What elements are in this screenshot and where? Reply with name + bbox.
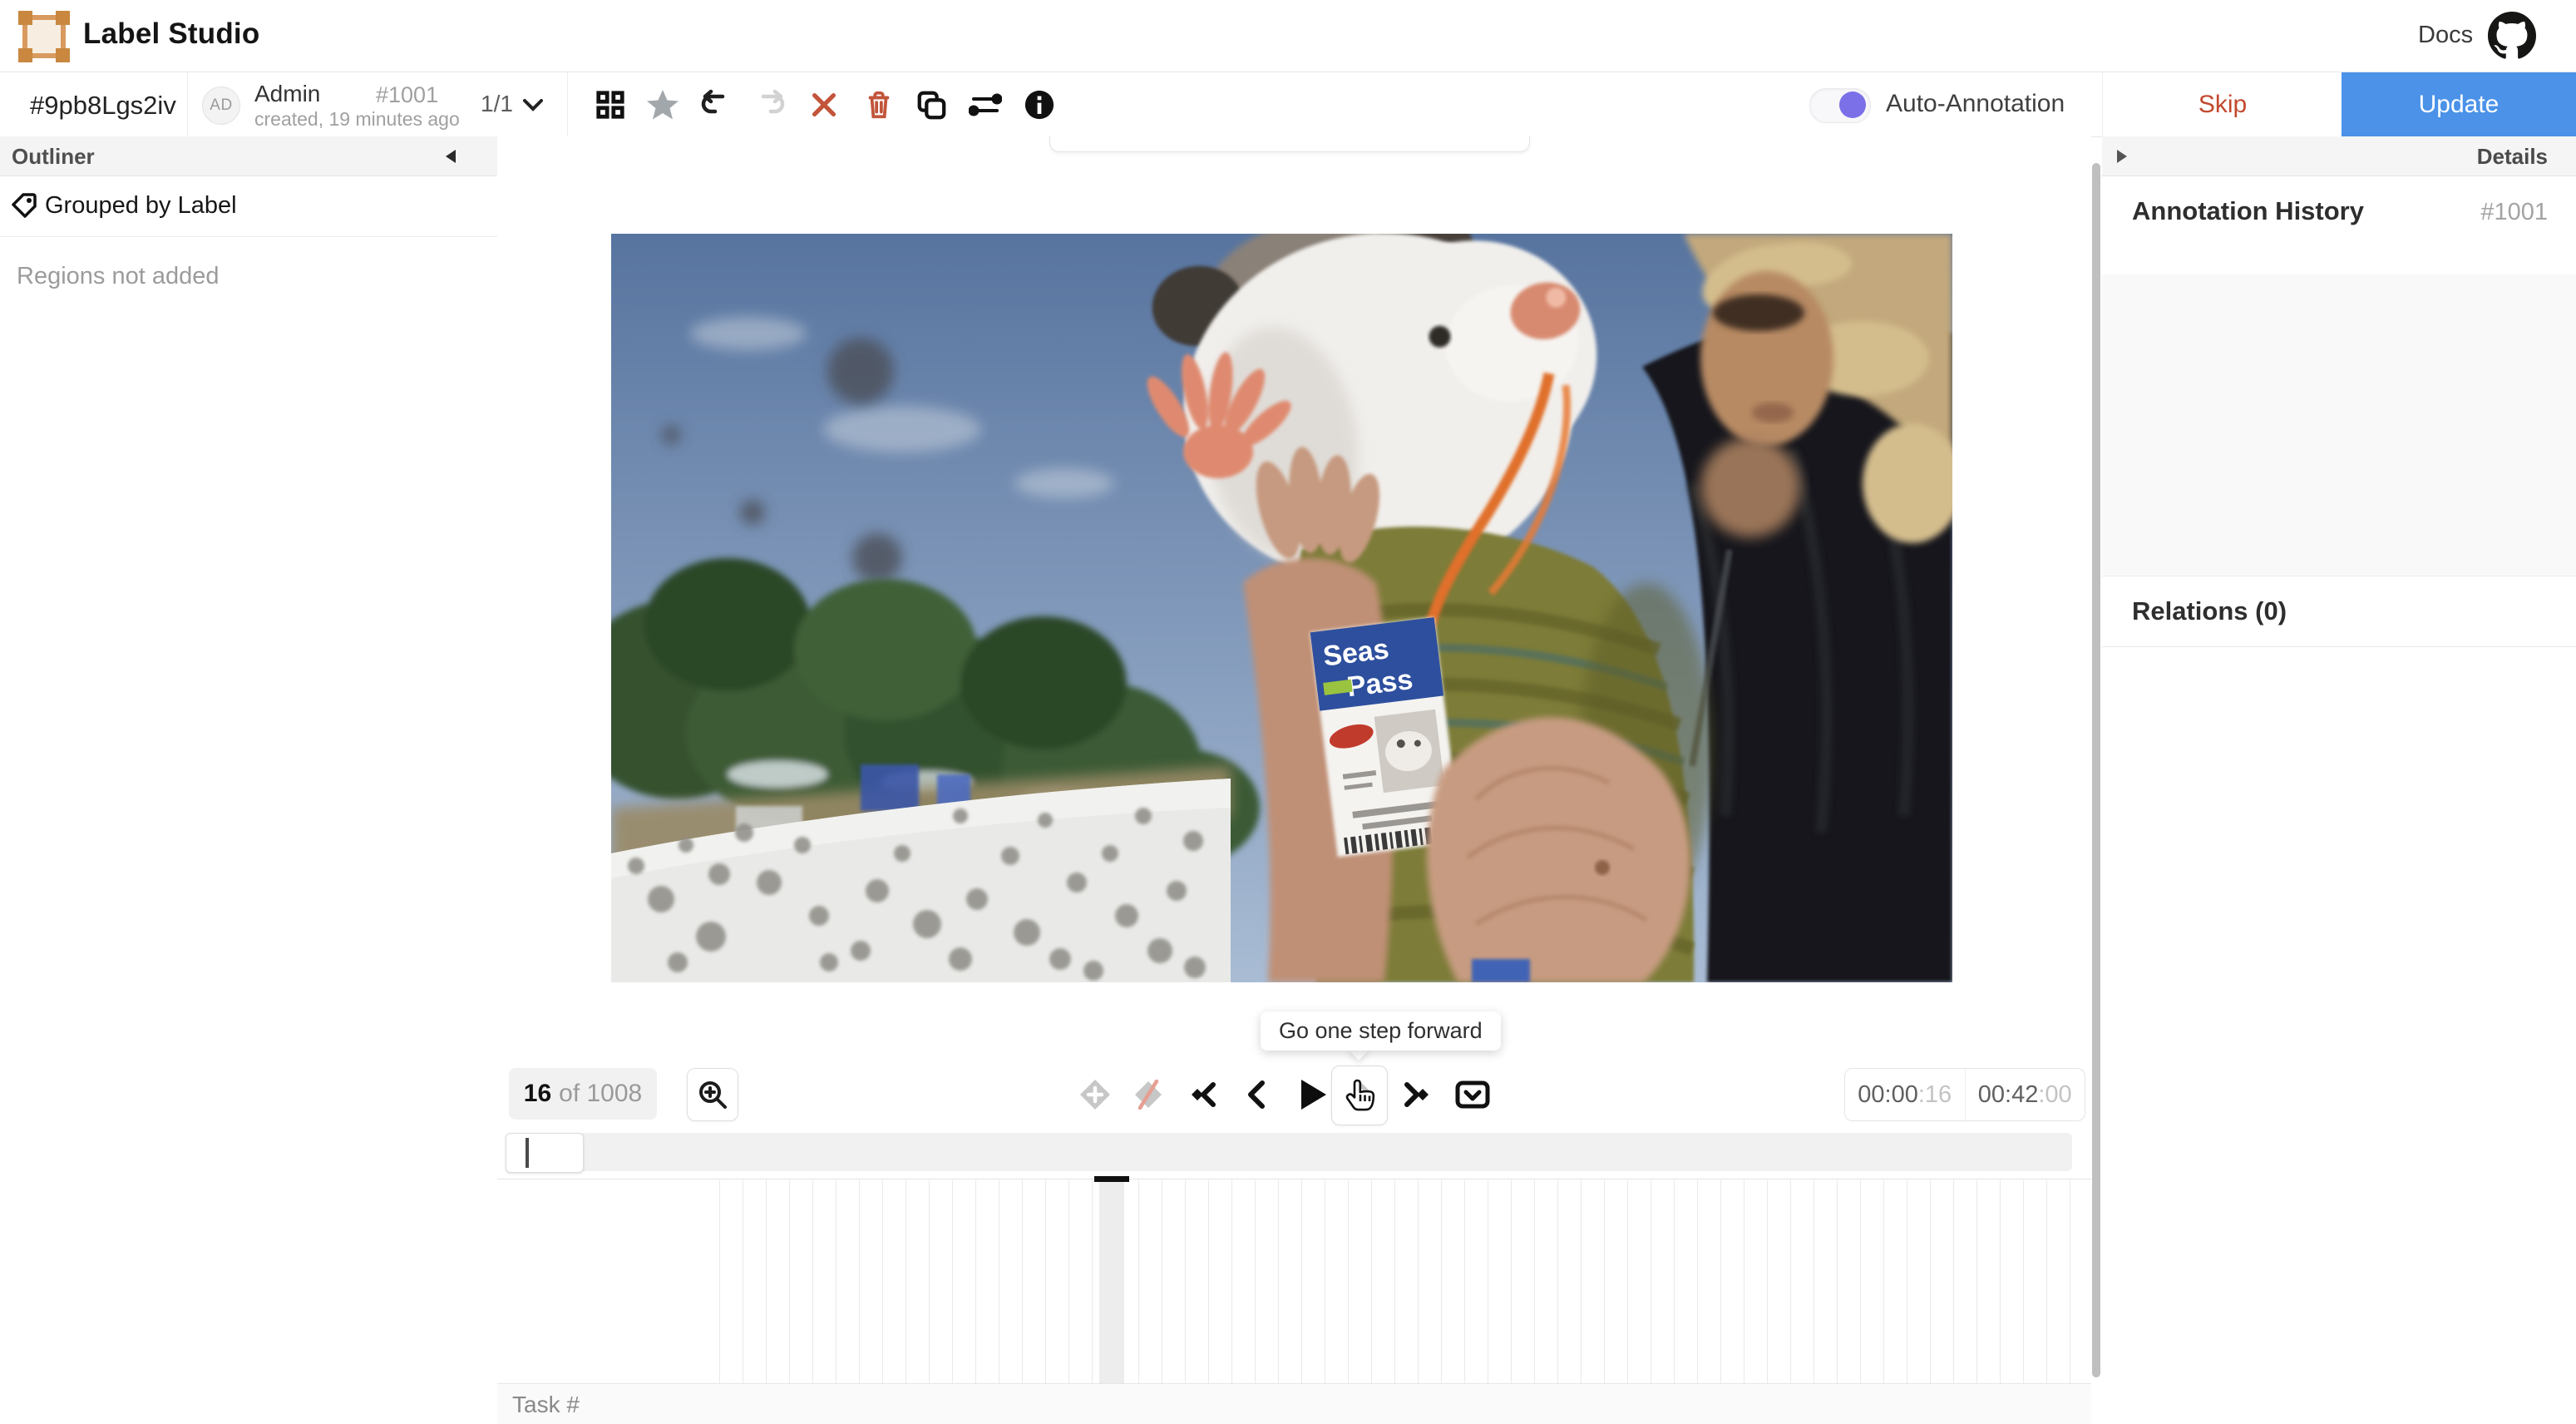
annotation-created-time: created, 19 minutes ago xyxy=(254,108,460,131)
frames-timeline[interactable] xyxy=(497,1179,2091,1384)
reject-icon[interactable] xyxy=(801,82,847,128)
details-panel: Details Annotation History #1001 Relatio… xyxy=(2102,136,2576,1424)
time-position-main: 00:00 xyxy=(1858,1081,1918,1109)
timeline-footer: Task # xyxy=(497,1383,2091,1424)
toggle-knob xyxy=(1839,91,1866,118)
keyframe-remove-icon[interactable] xyxy=(1121,1067,1176,1122)
grid-view-icon[interactable] xyxy=(587,82,634,128)
time-duration[interactable]: 00:42:00 xyxy=(1965,1069,2085,1120)
relations-section[interactable]: Relations (0) xyxy=(2102,576,2576,647)
info-icon[interactable] xyxy=(1016,82,1063,128)
outliner-title: Outliner xyxy=(12,144,95,170)
annotator-avatar[interactable]: AD xyxy=(202,87,240,125)
video-scrubber-handle[interactable] xyxy=(506,1133,584,1173)
group-by-label-row[interactable]: Grouped by Label xyxy=(0,176,497,237)
label-studio-logo-icon[interactable] xyxy=(18,11,70,62)
time-position[interactable]: 00:00:16 xyxy=(1845,1069,1965,1120)
skip-button[interactable]: Skip xyxy=(2102,72,2342,136)
divider xyxy=(187,72,188,136)
time-display: 00:00:16 00:42:00 xyxy=(1844,1068,2085,1121)
previous-keyframe-icon[interactable] xyxy=(1174,1067,1229,1122)
star-icon[interactable] xyxy=(639,82,686,128)
frame-current: 16 xyxy=(524,1080,551,1108)
video-frame[interactable]: Seas Pass xyxy=(611,234,1952,982)
relations-icon[interactable] xyxy=(962,82,1009,128)
task-id: #9pb8Lgs2iv xyxy=(30,91,176,121)
task-number-label: Task # xyxy=(512,1392,580,1418)
duplicate-icon[interactable] xyxy=(908,82,955,128)
annotation-history-title: Annotation History xyxy=(2132,196,2364,226)
regions-empty-text: Regions not added xyxy=(17,263,219,290)
outliner-header: Outliner xyxy=(0,136,497,176)
app-header: Label Studio Docs xyxy=(0,0,2576,72)
tooltip: Go one step forward xyxy=(1261,1011,1501,1051)
next-keyframe-icon[interactable] xyxy=(1391,1067,1446,1122)
frame-counter[interactable]: 16 of 1008 xyxy=(509,1068,657,1120)
annotation-canvas: Seas Pass xyxy=(497,136,2091,1424)
time-position-frames: :16 xyxy=(1918,1081,1952,1109)
time-duration-frames: :00 xyxy=(2038,1081,2071,1109)
video-scrubber-track[interactable] xyxy=(506,1133,2072,1171)
annotation-history-row: Annotation History #1001 xyxy=(2132,196,2548,226)
scrubber-playhead-line xyxy=(526,1138,529,1168)
vertical-scrollbar[interactable] xyxy=(2092,163,2100,1377)
details-header: Details xyxy=(2102,136,2576,176)
details-title: Details xyxy=(2477,144,2548,170)
delete-icon[interactable] xyxy=(856,82,902,128)
timeline-playhead-tick[interactable] xyxy=(1094,1176,1129,1182)
collapse-panel-icon[interactable] xyxy=(444,149,457,164)
expand-panel-icon[interactable] xyxy=(2115,149,2129,164)
timeline-view-icon[interactable] xyxy=(1445,1067,1500,1122)
update-button[interactable]: Update xyxy=(2342,72,2576,136)
auto-annotation-label: Auto-Annotation xyxy=(1886,90,2065,118)
redo-icon[interactable] xyxy=(747,82,793,128)
cursor-hand-icon xyxy=(1347,1080,1374,1110)
frame-total: of 1008 xyxy=(559,1080,642,1108)
annotation-id: #1001 xyxy=(376,82,438,108)
divider xyxy=(567,72,568,136)
docs-link[interactable]: Docs xyxy=(2418,22,2473,49)
timeline-grid[interactable] xyxy=(719,1180,2090,1384)
annotation-history-empty xyxy=(2102,274,2576,576)
time-duration-main: 00:42 xyxy=(1978,1081,2039,1109)
annotation-toolbar: #9pb8Lgs2iv AD Admin created, 19 minutes… xyxy=(0,72,2576,137)
timeline-current-frame-highlight xyxy=(1099,1179,1124,1383)
app-title: Label Studio xyxy=(83,17,259,51)
outliner-panel: Outliner Grouped by Label Regions not ad… xyxy=(0,136,498,1424)
group-by-label-text: Grouped by Label xyxy=(45,192,237,220)
chevron-down-icon[interactable] xyxy=(522,98,544,111)
auto-annotation-toggle[interactable] xyxy=(1809,88,1871,123)
keyframe-add-icon[interactable] xyxy=(1068,1067,1123,1122)
undo-icon[interactable] xyxy=(693,82,739,128)
next-frame-icon[interactable] xyxy=(1331,1066,1388,1125)
floating-panel-edge xyxy=(1049,136,1530,152)
annotation-history-id: #1001 xyxy=(2480,199,2548,226)
annotator-name: Admin xyxy=(254,81,320,107)
previous-frame-icon[interactable] xyxy=(1230,1067,1285,1122)
tag-icon xyxy=(10,191,38,220)
github-icon[interactable] xyxy=(2488,12,2536,60)
label-studio-app: Label Studio Docs #9pb8Lgs2iv AD Admin c… xyxy=(0,0,2576,1424)
zoom-in-icon[interactable] xyxy=(687,1068,738,1121)
annotation-pager[interactable]: 1/1 xyxy=(481,91,513,117)
